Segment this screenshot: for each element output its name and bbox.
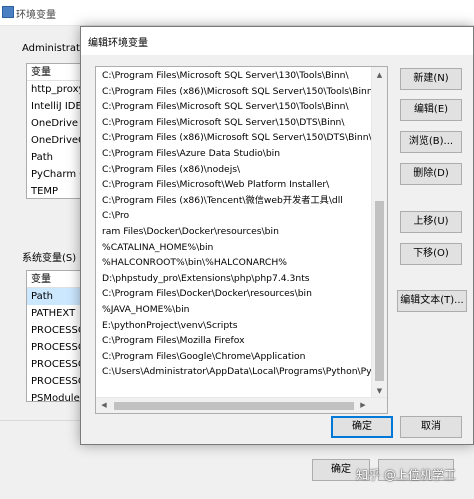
user-var-row[interactable]: OneDrive <box>27 115 85 132</box>
path-entry[interactable]: C:\Program Files (x86)\Microsoft SQL Ser… <box>96 84 372 100</box>
move-up-button[interactable]: 上移(U) <box>400 211 462 233</box>
path-entry[interactable]: C:\Users\Administrator\AppData\Local\Pro… <box>96 364 372 380</box>
cancel-button[interactable]: 取消 <box>400 416 462 438</box>
user-vars-header: 变量 <box>27 64 85 81</box>
watermark-text: 知乎 @上位机学工 <box>356 468 456 482</box>
user-variables-list[interactable]: 变量 http_proxy IntelliJ IDEA OneDrive One… <box>26 63 86 199</box>
path-entry[interactable]: C:\Program Files (x86)\Tencent\微信web开发者工… <box>96 193 372 209</box>
path-entry[interactable]: C:\Program Files\Docker\Docker\resources… <box>96 286 372 302</box>
system-var-row[interactable]: PSModulePa <box>27 390 85 401</box>
user-var-row[interactable]: TEMP <box>27 183 85 198</box>
path-entry[interactable]: C:\Program Files (x86)\Microsoft SQL Ser… <box>96 130 372 146</box>
user-var-row[interactable]: PyCharm Co <box>27 166 85 183</box>
system-variables-list[interactable]: 变量 Path PATHEXT PROCESSOR PROCESSOR PROC… <box>26 270 86 402</box>
user-var-row[interactable]: http_proxy <box>27 81 85 98</box>
path-entry[interactable]: C:\Program Files\Microsoft SQL Server\13… <box>96 68 372 84</box>
bg-divider <box>0 420 80 421</box>
path-entry[interactable]: C:\Program Files\Microsoft SQL Server\15… <box>96 115 372 131</box>
vertical-scroll-thumb[interactable] <box>375 201 384 381</box>
edit-environment-variable-dialog: 编辑环境变量 C:\Program Files\Microsoft SQL Se… <box>80 26 474 445</box>
system-var-row[interactable]: PROCESSOR <box>27 322 85 339</box>
scroll-up-arrow-icon[interactable]: ▲ <box>372 67 387 83</box>
horizontal-scroll-thumb[interactable] <box>114 402 354 410</box>
path-entry[interactable]: C:\Program Files\Mozilla Firefox <box>96 333 372 349</box>
path-entry[interactable]: %JAVA_HOME%\bin <box>96 302 372 318</box>
horizontal-scrollbar[interactable]: ◀ ▶ <box>96 397 387 413</box>
dialog-title: 编辑环境变量 <box>88 38 148 49</box>
path-entry[interactable]: ram Files\Docker\Docker\resources\bin <box>96 224 372 240</box>
system-var-row[interactable]: PATHEXT <box>27 305 85 322</box>
path-list[interactable]: C:\Program Files\Microsoft SQL Server\13… <box>95 66 388 414</box>
path-entry[interactable]: C:\Program Files\Azure Data Studio\bin <box>96 146 372 162</box>
bg-titlebar: 环境变量 <box>0 0 474 26</box>
path-entry[interactable]: E:\pythonProject\venv\Scripts <box>96 318 372 334</box>
vertical-scrollbar[interactable]: ▲ ▼ <box>371 67 387 399</box>
path-entry[interactable]: C:\Program Files\Microsoft\Web Platform … <box>96 177 372 193</box>
ok-button[interactable]: 确定 <box>331 416 393 438</box>
user-var-row[interactable]: OneDriveCo <box>27 132 85 149</box>
user-var-row[interactable]: Path <box>27 149 85 166</box>
window-app-icon <box>2 6 14 18</box>
edit-button[interactable]: 编辑(E) <box>400 99 462 121</box>
edit-text-button[interactable]: 编辑文本(T)... <box>397 290 467 312</box>
path-entry[interactable]: D:\phpstudy_pro\Extensions\php\php7.4.3n… <box>96 271 372 287</box>
system-vars-header: 变量 <box>27 271 85 288</box>
system-var-row-selected[interactable]: Path <box>27 288 85 305</box>
user-var-row[interactable]: IntelliJ IDEA <box>27 98 85 115</box>
new-button[interactable]: 新建(N) <box>400 68 462 90</box>
path-entry[interactable]: %CATALINA_HOME%\bin <box>96 240 372 256</box>
browse-button[interactable]: 浏览(B)... <box>400 131 462 153</box>
scroll-left-arrow-icon[interactable]: ◀ <box>96 398 112 413</box>
scroll-right-arrow-icon[interactable]: ▶ <box>355 398 371 413</box>
path-entry[interactable]: C:\Program Files\Google\Chrome\Applicati… <box>96 349 372 365</box>
path-entry[interactable]: %HALCONROOT%\bin\%HALCONARCH% <box>96 255 372 271</box>
path-entry[interactable]: C:\Program Files (x86)\nodejs\ <box>96 162 372 178</box>
system-var-row[interactable]: PROCESSOR <box>27 339 85 356</box>
system-var-row[interactable]: PROCESSOR <box>27 356 85 373</box>
system-variables-label: 系统变量(S) <box>22 253 77 264</box>
path-entry[interactable]: C:\Program Files\Microsoft SQL Server\15… <box>96 99 372 115</box>
dialog-titlebar: 编辑环境变量 <box>81 27 473 55</box>
path-entry[interactable]: C:\Pro <box>96 208 372 224</box>
bg-window-title: 环境变量 <box>16 10 56 21</box>
delete-button[interactable]: 删除(D) <box>400 163 462 185</box>
path-rows: C:\Program Files\Microsoft SQL Server\13… <box>96 68 372 380</box>
move-down-button[interactable]: 下移(O) <box>400 243 462 265</box>
system-var-row[interactable]: PROCESSOR <box>27 373 85 390</box>
